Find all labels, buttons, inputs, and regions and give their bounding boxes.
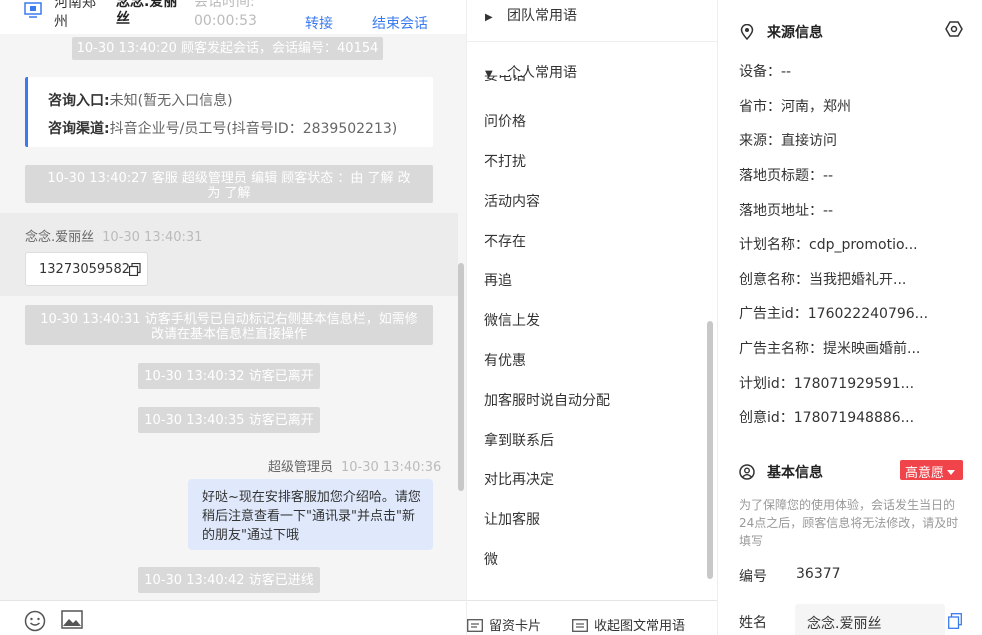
visitor-sender-line: 念念.爱丽丝 10-30 13:40:31 (25, 226, 202, 245)
phrase-item[interactable]: 要电话 (484, 75, 526, 85)
edit-notice: 为了保障您的使用体验，会话发生当日的24点之后，顾客信息将无法修改，请及时填写 (739, 498, 959, 548)
entry-label: 咨询入口: (48, 93, 110, 109)
system-message: 10-30 13:40:27 客服 超级管理员 编辑 顾客状态 ：由 了解 改为… (25, 165, 433, 203)
transfer-label: 转接 (305, 16, 333, 32)
number-value: 36377 (796, 566, 841, 582)
phone-number: 13273059582 (39, 262, 130, 277)
system-message: 10-30 13:40:20 顾客发起会话，会话编号：40154 (72, 37, 383, 60)
team-phrases-label: 团队常用语 (507, 8, 577, 24)
user-circle-icon (739, 464, 755, 480)
agent-message-bubble: 好哒~现在安排客服加您介绍哈。请您稍后注意查看一下"通讯录"并点击"新的朋友"通… (188, 479, 433, 550)
plan-id-row: 计划id：178071929591... (739, 376, 915, 392)
plan-name-row: 计划名称：cdp_promotio... (739, 237, 918, 253)
chat-header: 河南郑州 念念.爱丽丝 会话时间: 00:00:53 转接 结束会话 (0, 0, 466, 34)
phrase-panel: ▶ 团队常用语 ▼ 个人常用语 要电话 问价格 不打扰 活动内容 不存在 再追 微信… (466, 0, 718, 635)
message-icon (572, 619, 588, 632)
phone-message[interactable]: 13273059582 (25, 252, 148, 286)
phrase-item[interactable]: 微 (484, 549, 498, 569)
entry-value: 未知(暂无入口信息) (109, 93, 233, 109)
phrase-item[interactable]: 有优惠 (484, 350, 526, 370)
phrase-item[interactable]: 微信上发 (484, 310, 540, 330)
intent-dropdown[interactable]: 高意愿 (900, 460, 963, 481)
end-session-label: 结束会话 (372, 16, 428, 32)
phrase-item[interactable]: 让加客服 (484, 509, 540, 529)
session-duration-label: 会话时间: (194, 0, 255, 10)
system-message: 10-30 13:40:32 访客已离开 (138, 363, 320, 389)
phrase-item[interactable]: 问价格 (484, 111, 526, 131)
channel-label: 咨询渠道: (48, 121, 110, 137)
phrase-item[interactable]: 对比再决定 (484, 469, 554, 489)
transfer-button[interactable]: 转接 (305, 0, 333, 33)
visitor-sender-name: 念念.爱丽丝 (25, 230, 95, 245)
end-session-button[interactable]: 结束会话 (372, 0, 428, 33)
agent-sender-name: 超级管理员 (268, 460, 334, 475)
chat-scrollbar[interactable] (458, 263, 464, 491)
channel-row: 咨询渠道:抖音企业号/员工号(抖音号ID：2839502213) (48, 118, 397, 138)
visitor-info-panel: 来源信息 设备：-- 省市：河南，郑州 来源：直接访问 落地页标题：-- 落地页… (717, 0, 982, 635)
creative-name-row: 创意名称：当我把婚礼开... (739, 272, 907, 288)
system-message: 10-30 13:40:35 访客已离开 (138, 407, 320, 433)
entry-row: 咨询入口:未知(暂无入口信息) (48, 90, 233, 110)
workspace: 河南郑州 念念.爱丽丝 会话时间: 00:00:53 转接 结束会话 10-30… (0, 0, 982, 635)
team-phrases-group[interactable]: ▶ 团队常用语 (485, 5, 577, 25)
agent-sender-line: 超级管理员 10-30 13:40:36 (268, 456, 441, 475)
phrase-item[interactable]: 再追 (484, 270, 512, 290)
system-message: 10-30 13:40:42 访客已进线 (138, 567, 320, 593)
chat-toolbar (0, 600, 466, 635)
origin-row: 来源：直接访问 (739, 133, 837, 149)
monitor-icon (24, 2, 42, 18)
settings-icon[interactable] (945, 20, 963, 38)
caret-right-icon: ▶ (485, 12, 493, 23)
name-label: 姓名 (739, 615, 767, 631)
source-info-title: 来源信息 (739, 22, 823, 42)
phrase-item[interactable]: 加客服时说自动分配 (484, 390, 610, 410)
name-field[interactable]: 念念.爱丽丝 (795, 604, 945, 635)
copy-icon[interactable] (948, 613, 962, 629)
session-duration: 00:00:53 (194, 13, 257, 29)
creative-id-row: 创意id：178071948886... (739, 410, 915, 426)
advertiser-name-row: 广告主名称：提米映画婚前... (739, 341, 921, 357)
visitor-location: 河南郑州 (54, 0, 96, 30)
basic-info-label: 基本信息 (767, 465, 823, 481)
advertiser-id-row: 广告主id：176022240796... (739, 306, 929, 322)
chat-panel: 河南郑州 念念.爱丽丝 会话时间: 00:00:53 转接 结束会话 10-30… (0, 0, 466, 635)
phrase-scrollbar[interactable] (707, 321, 713, 579)
system-message: 10-30 13:40:31 访客手机号已自动标记右侧基本信息栏，如需修改请在基… (25, 305, 433, 345)
divider (467, 41, 718, 42)
device-row: 设备：-- (739, 64, 792, 80)
card-icon (467, 619, 483, 632)
consult-info-card: 咨询入口:未知(暂无入口信息) 咨询渠道:抖音企业号/员工号(抖音号ID：283… (25, 77, 433, 147)
number-label: 编号 (739, 569, 767, 585)
lead-card-button[interactable]: 留资卡片 (467, 615, 541, 634)
location-pin-icon (740, 24, 754, 40)
phrase-item[interactable]: 不打扰 (484, 151, 526, 171)
basic-info-title: 基本信息 (739, 462, 823, 482)
source-info-label: 来源信息 (767, 25, 823, 41)
province-row: 省市：河南，郑州 (739, 99, 851, 115)
landing-url-row: 落地页地址：-- (739, 203, 834, 219)
phrase-toolbar: 留资卡片 收起图文常用语 (467, 600, 718, 635)
collapse-phrases-button[interactable]: 收起图文常用语 (572, 615, 685, 634)
image-icon[interactable] (61, 610, 83, 629)
phrase-item[interactable]: 活动内容 (484, 191, 540, 211)
copy-icon[interactable] (129, 263, 141, 276)
emoji-icon[interactable] (24, 610, 46, 632)
caret-down-icon (947, 470, 956, 475)
intent-label: 高意愿 (905, 466, 945, 481)
visitor-name: 念念.爱丽丝 (116, 0, 178, 27)
landing-title-row: 落地页标题：-- (739, 168, 834, 184)
phrase-item[interactable]: 不存在 (484, 231, 526, 251)
lead-card-label: 留资卡片 (489, 619, 542, 634)
agent-message-time: 10-30 13:40:36 (341, 460, 442, 475)
visitor-message-time: 10-30 13:40:31 (102, 230, 203, 245)
collapse-phrases-label: 收起图文常用语 (594, 619, 686, 634)
phrase-item[interactable]: 拿到联系后 (484, 430, 554, 450)
channel-value: 抖音企业号/员工号(抖音号ID：2839502213) (109, 121, 398, 137)
